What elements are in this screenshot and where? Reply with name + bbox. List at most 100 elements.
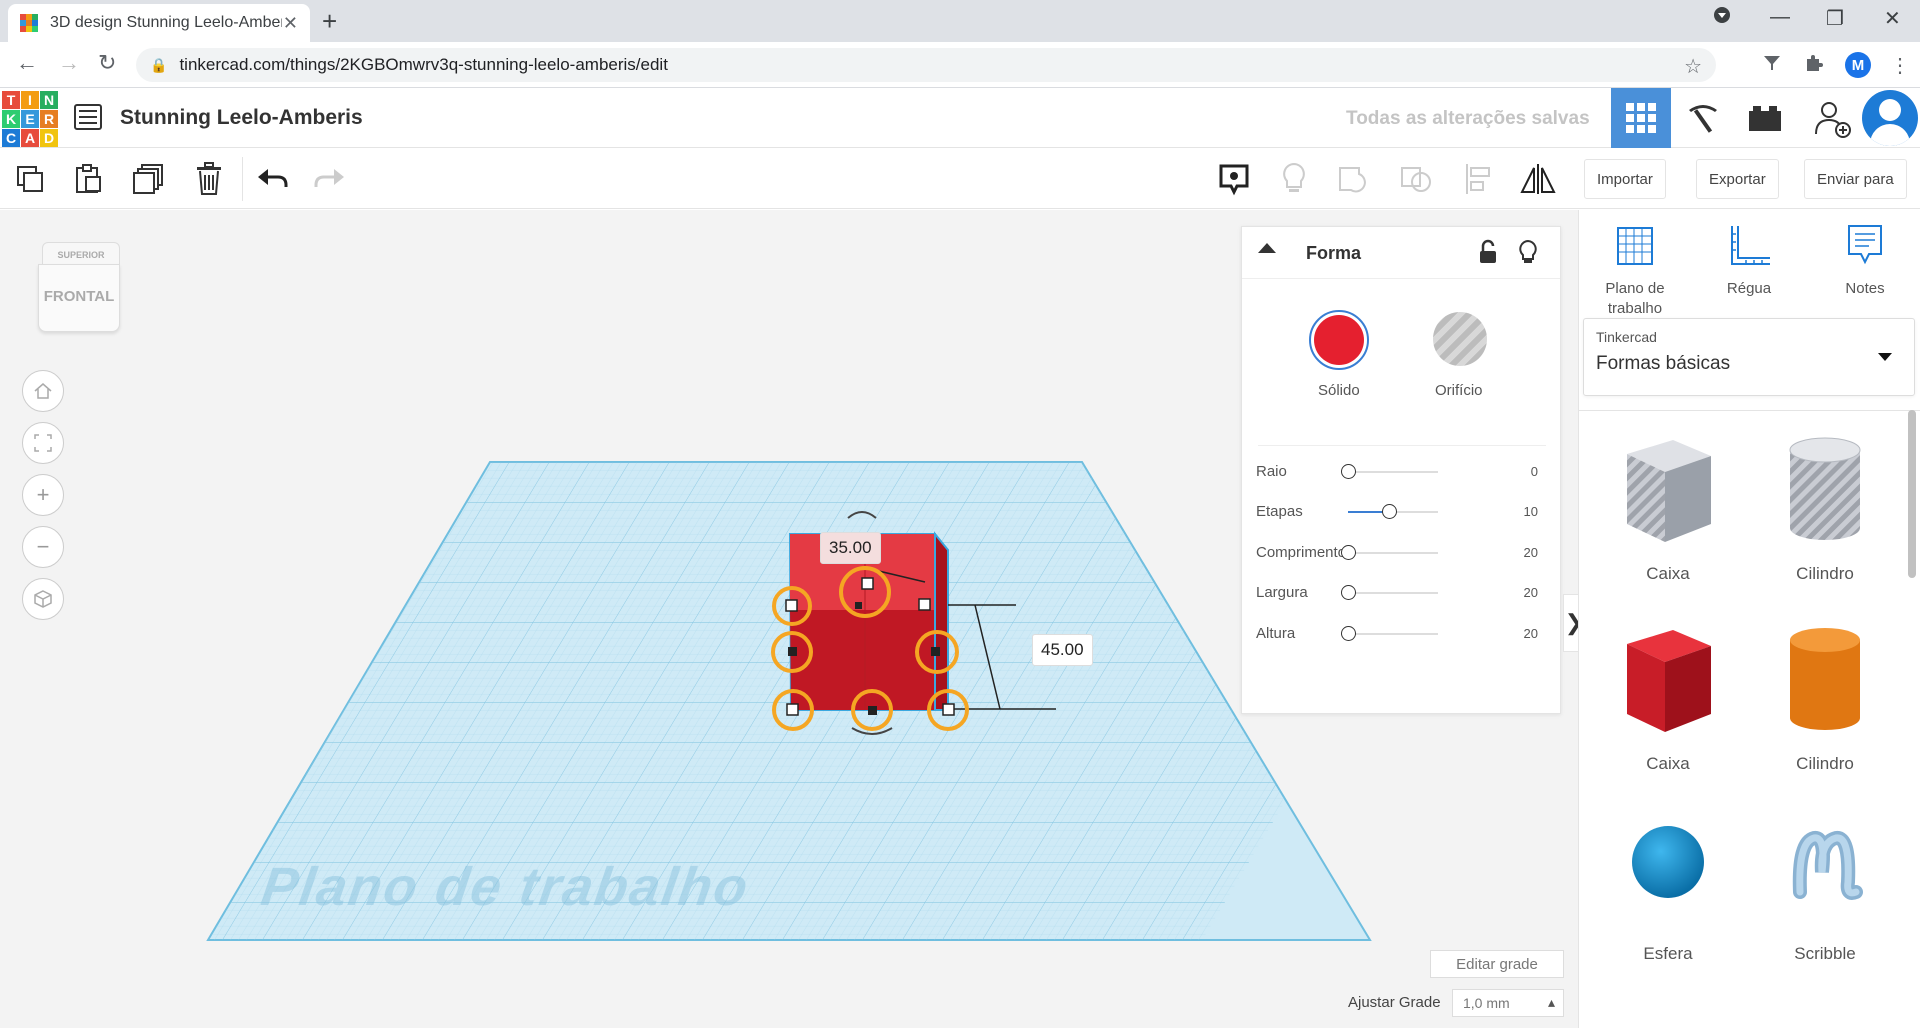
shape-cylinder-hole[interactable]: Cilindro xyxy=(1760,432,1890,583)
solid-color-button[interactable] xyxy=(1309,310,1369,370)
browser-tab[interactable]: 3D design Stunning Leelo-Amberis ✕ xyxy=(8,4,310,42)
param-value[interactable]: 20 xyxy=(1524,545,1538,560)
notes-toggle-button[interactable] xyxy=(1214,159,1254,199)
3d-view-grid-button[interactable] xyxy=(1611,88,1671,148)
copy-button[interactable] xyxy=(10,159,50,199)
param-value[interactable]: 0 xyxy=(1531,464,1538,479)
shape-label: Cilindro xyxy=(1796,754,1854,773)
tinkercad-logo[interactable]: TIN KER CAD xyxy=(2,91,58,147)
param-label: Etapas xyxy=(1256,503,1303,520)
workplane-tool-button[interactable]: Plano de trabalho xyxy=(1585,224,1685,319)
cylinder-solid-icon xyxy=(1790,628,1860,730)
show-all-button[interactable] xyxy=(1274,159,1314,199)
shape-label: Cilindro xyxy=(1796,564,1854,583)
minimize-icon[interactable]: — xyxy=(1770,6,1790,29)
mirror-button[interactable] xyxy=(1518,159,1558,199)
design-title[interactable]: Stunning Leelo-Amberis xyxy=(120,106,363,130)
toolbar-divider xyxy=(242,157,243,201)
param-value[interactable]: 20 xyxy=(1524,585,1538,600)
param-slider-track[interactable] xyxy=(1348,471,1438,473)
shape-box-solid[interactable]: Caixa xyxy=(1603,622,1733,773)
send-to-button[interactable]: Enviar para xyxy=(1804,159,1907,199)
extension-filter-icon[interactable] xyxy=(1762,53,1782,79)
note-icon xyxy=(1848,225,1882,265)
paste-button[interactable] xyxy=(68,159,108,199)
user-avatar[interactable] xyxy=(1862,90,1918,146)
browser-menu-icon[interactable]: ⋮ xyxy=(1890,53,1910,78)
param-label: Raio xyxy=(1256,463,1287,480)
export-button[interactable]: Exportar xyxy=(1696,159,1779,199)
forward-icon[interactable]: → xyxy=(58,50,80,76)
paste-icon xyxy=(76,164,101,193)
shape-sphere[interactable]: Esfera xyxy=(1603,812,1733,963)
close-window-icon[interactable]: ✕ xyxy=(1884,6,1901,31)
import-button[interactable]: Importar xyxy=(1584,159,1666,199)
shape-box-hole[interactable]: Caixa xyxy=(1603,432,1733,583)
brick-icon xyxy=(1749,106,1781,131)
shapes-scrollbar[interactable] xyxy=(1908,410,1916,578)
param-slider-knob[interactable] xyxy=(1341,626,1356,641)
param-slider-knob[interactable] xyxy=(1381,504,1397,519)
shape-label: Scribble xyxy=(1794,944,1856,963)
add-user-button[interactable] xyxy=(1802,88,1862,148)
bricks-button[interactable] xyxy=(1735,88,1795,148)
reload-icon[interactable]: ↻ xyxy=(98,50,116,76)
profile-avatar[interactable]: M xyxy=(1845,52,1871,78)
pickaxe-button[interactable] xyxy=(1673,88,1733,148)
param-slider-knob[interactable] xyxy=(1341,545,1356,560)
height-dimension-label[interactable]: 45.00 xyxy=(1032,634,1093,666)
param-row-raio: Raio 0 xyxy=(1256,457,1556,487)
library-divider xyxy=(1579,410,1920,411)
shape-label: Caixa xyxy=(1646,564,1690,583)
shape-scribble[interactable]: Scribble xyxy=(1760,812,1890,963)
hide-shape-icon[interactable] xyxy=(1518,239,1538,270)
back-icon[interactable]: ← xyxy=(16,50,38,76)
param-slider-track[interactable] xyxy=(1348,552,1438,554)
param-label: Altura xyxy=(1256,625,1296,642)
delete-button[interactable] xyxy=(189,159,229,199)
design-list-icon[interactable] xyxy=(74,104,102,130)
ruler-tool-label: Régua xyxy=(1726,280,1772,297)
media-control-icon[interactable] xyxy=(1713,6,1731,30)
redo-button[interactable] xyxy=(310,159,350,199)
ruler-icon xyxy=(1731,226,1770,265)
notes-tool-label: Notes xyxy=(1845,280,1885,297)
notes-tool-button[interactable]: Notes xyxy=(1815,224,1915,299)
extensions-puzzle-icon[interactable] xyxy=(1804,53,1824,79)
lock-shape-icon[interactable] xyxy=(1478,239,1498,270)
param-slider-track[interactable] xyxy=(1348,633,1438,635)
ungroup-button[interactable] xyxy=(1396,159,1436,199)
shape-label: Esfera xyxy=(1643,944,1693,963)
align-button[interactable] xyxy=(1458,159,1498,199)
param-slider-knob[interactable] xyxy=(1341,585,1356,600)
solid-color-swatch xyxy=(1314,315,1364,365)
app-header: TIN KER CAD Stunning Leelo-Amberis Todas a… xyxy=(0,88,1920,148)
close-tab-icon[interactable]: ✕ xyxy=(283,13,298,34)
param-label: Largura xyxy=(1256,584,1308,601)
bookmark-star-icon[interactable]: ☆ xyxy=(1684,54,1702,79)
scribble-icon xyxy=(1792,831,1863,900)
url-bar[interactable]: 🔒 tinkercad.com/things/2KGBOmwrv3q-stunn… xyxy=(136,48,1716,82)
param-slider-knob[interactable] xyxy=(1341,464,1356,479)
add-user-icon xyxy=(1815,102,1851,138)
snap-grid-select[interactable]: 1,0 mm xyxy=(1452,989,1564,1017)
edit-grid-button[interactable]: Editar grade xyxy=(1430,950,1564,978)
maximize-icon[interactable]: ❐ xyxy=(1826,6,1844,31)
ungroup-icon xyxy=(1401,167,1431,192)
param-value[interactable]: 20 xyxy=(1524,626,1538,641)
logo-letter: N xyxy=(40,91,58,109)
ruler-tool-button[interactable]: Régua xyxy=(1699,224,1799,299)
param-slider-track[interactable] xyxy=(1348,592,1438,594)
new-tab-icon[interactable]: + xyxy=(322,6,337,37)
group-button[interactable] xyxy=(1334,159,1374,199)
collapse-inspector-icon[interactable] xyxy=(1258,243,1276,253)
undo-icon xyxy=(258,169,288,187)
duplicate-button[interactable] xyxy=(128,159,168,199)
hole-button[interactable] xyxy=(1433,312,1487,366)
shape-library-select[interactable]: Tinkercad Formas básicas xyxy=(1583,318,1915,396)
param-value[interactable]: 10 xyxy=(1524,504,1538,519)
undo-button[interactable] xyxy=(252,159,292,199)
shape-cylinder-solid[interactable]: Cilindro xyxy=(1760,622,1890,773)
logo-letter: D xyxy=(40,129,58,147)
width-dimension-label[interactable]: 35.00 xyxy=(820,532,881,564)
